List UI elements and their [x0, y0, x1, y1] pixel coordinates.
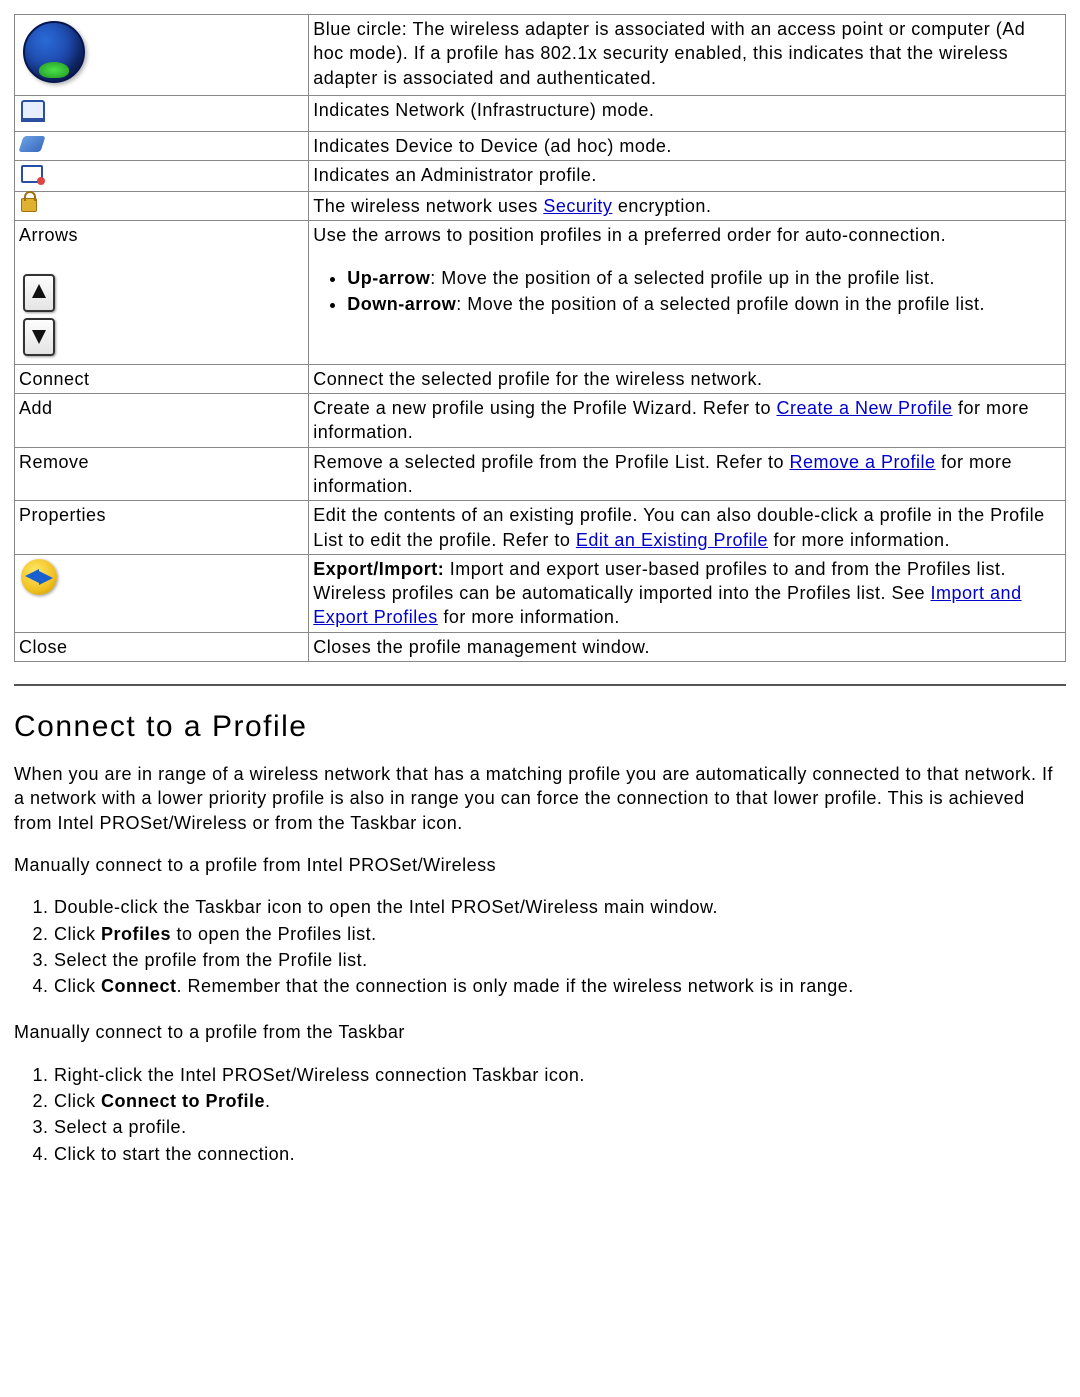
table-row: The wireless network uses Security encry… — [15, 192, 1066, 221]
row-label-cell: Properties — [15, 501, 309, 555]
link[interactable]: Remove a Profile — [789, 452, 935, 472]
row-desc-cell: Export/Import: Import and export user-ba… — [309, 554, 1066, 632]
bold-text: Export/Import: — [313, 559, 450, 579]
down-arrow-icon — [23, 318, 55, 356]
row-desc-cell: Remove a selected profile from the Profi… — [309, 447, 1066, 501]
table-row: CloseCloses the profile management windo… — [15, 632, 1066, 661]
steps-list-2: Right-click the Intel PROSet/Wireless co… — [54, 1063, 1066, 1166]
section-heading: Connect to a Profile — [14, 710, 1066, 744]
bold-text: Connect to Profile — [101, 1091, 265, 1111]
adhoc-icon — [18, 136, 45, 152]
row-label-cell: Add — [15, 394, 309, 448]
divider — [14, 684, 1066, 686]
subheading-1: Manually connect to a profile from Intel… — [14, 853, 1066, 877]
row-desc-cell: Closes the profile management window. — [309, 632, 1066, 661]
arrows-bullet-list: Up-arrow: Move the position of a selecte… — [347, 266, 1061, 317]
list-item: Right-click the Intel PROSet/Wireless co… — [54, 1063, 1066, 1087]
table-row: RemoveRemove a selected profile from the… — [15, 447, 1066, 501]
list-item: Select a profile. — [54, 1115, 1066, 1139]
list-item: Click Connect. Remember that the connect… — [54, 974, 1066, 998]
link[interactable]: Edit an Existing Profile — [576, 530, 768, 550]
row-label-cell: Remove — [15, 447, 309, 501]
table-row: PropertiesEdit the contents of an existi… — [15, 501, 1066, 555]
list-item: Up-arrow: Move the position of a selecte… — [347, 266, 1061, 290]
globe-icon — [23, 21, 85, 83]
admin-icon — [21, 165, 43, 183]
row-label-cell: Close — [15, 632, 309, 661]
row-label-cell — [15, 131, 309, 160]
row-label-cell: Connect — [15, 364, 309, 393]
row-desc-cell: Connect the selected profile for the wir… — [309, 364, 1066, 393]
table-row: Indicates an Administrator profile. — [15, 160, 1066, 191]
list-item: Click Profiles to open the Profiles list… — [54, 922, 1066, 946]
table-row: Export/Import: Import and export user-ba… — [15, 554, 1066, 632]
link[interactable]: Import and Export Profiles — [313, 583, 1021, 627]
intro-paragraph: When you are in range of a wireless netw… — [14, 762, 1066, 835]
lock-icon — [21, 198, 37, 212]
list-item: Click to start the connection. — [54, 1142, 1066, 1166]
table-row: Indicates Device to Device (ad hoc) mode… — [15, 131, 1066, 160]
steps-list-1: Double-click the Taskbar icon to open th… — [54, 895, 1066, 998]
table-row: Indicates Network (Infrastructure) mode. — [15, 96, 1066, 131]
table-row: ConnectConnect the selected profile for … — [15, 364, 1066, 393]
table-row: Arrows Use the arrows to position profile… — [15, 221, 1066, 364]
subheading-2: Manually connect to a profile from the T… — [14, 1020, 1066, 1044]
row-desc-cell: Edit the contents of an existing profile… — [309, 501, 1066, 555]
arrows-label: Arrows — [19, 223, 304, 247]
row-desc-cell: Indicates Device to Device (ad hoc) mode… — [309, 131, 1066, 160]
row-label-cell: Arrows — [15, 221, 309, 364]
row-desc-cell: Use the arrows to position profiles in a… — [309, 221, 1066, 364]
list-item: Click Connect to Profile. — [54, 1089, 1066, 1113]
row-desc-cell: Indicates an Administrator profile. — [309, 160, 1066, 191]
export-import-icon — [21, 559, 57, 595]
table-row: Blue circle: The wireless adapter is ass… — [15, 15, 1066, 96]
row-label-cell — [15, 192, 309, 221]
row-label-cell — [15, 554, 309, 632]
list-item: Down-arrow: Move the position of a selec… — [347, 292, 1061, 316]
row-label-cell — [15, 160, 309, 191]
row-desc-cell: Indicates Network (Infrastructure) mode. — [309, 96, 1066, 131]
bullet-term: Down-arrow — [347, 294, 456, 314]
arrows-intro: Use the arrows to position profiles in a… — [313, 223, 1061, 247]
row-desc-cell: Create a new profile using the Profile W… — [309, 394, 1066, 448]
row-desc-cell: The wireless network uses Security encry… — [309, 192, 1066, 221]
link[interactable]: Security — [543, 196, 612, 216]
up-arrow-icon — [23, 274, 55, 312]
reference-table: Blue circle: The wireless adapter is ass… — [14, 14, 1066, 662]
bullet-term: Up-arrow — [347, 268, 430, 288]
bold-text: Connect — [101, 976, 177, 996]
row-label-cell — [15, 15, 309, 96]
row-label-cell — [15, 96, 309, 131]
link[interactable]: Create a New Profile — [776, 398, 952, 418]
bold-text: Profiles — [101, 924, 171, 944]
infrastructure-icon — [21, 100, 45, 122]
list-item: Select the profile from the Profile list… — [54, 948, 1066, 972]
row-desc-cell: Blue circle: The wireless adapter is ass… — [309, 15, 1066, 96]
list-item: Double-click the Taskbar icon to open th… — [54, 895, 1066, 919]
table-row: AddCreate a new profile using the Profil… — [15, 394, 1066, 448]
